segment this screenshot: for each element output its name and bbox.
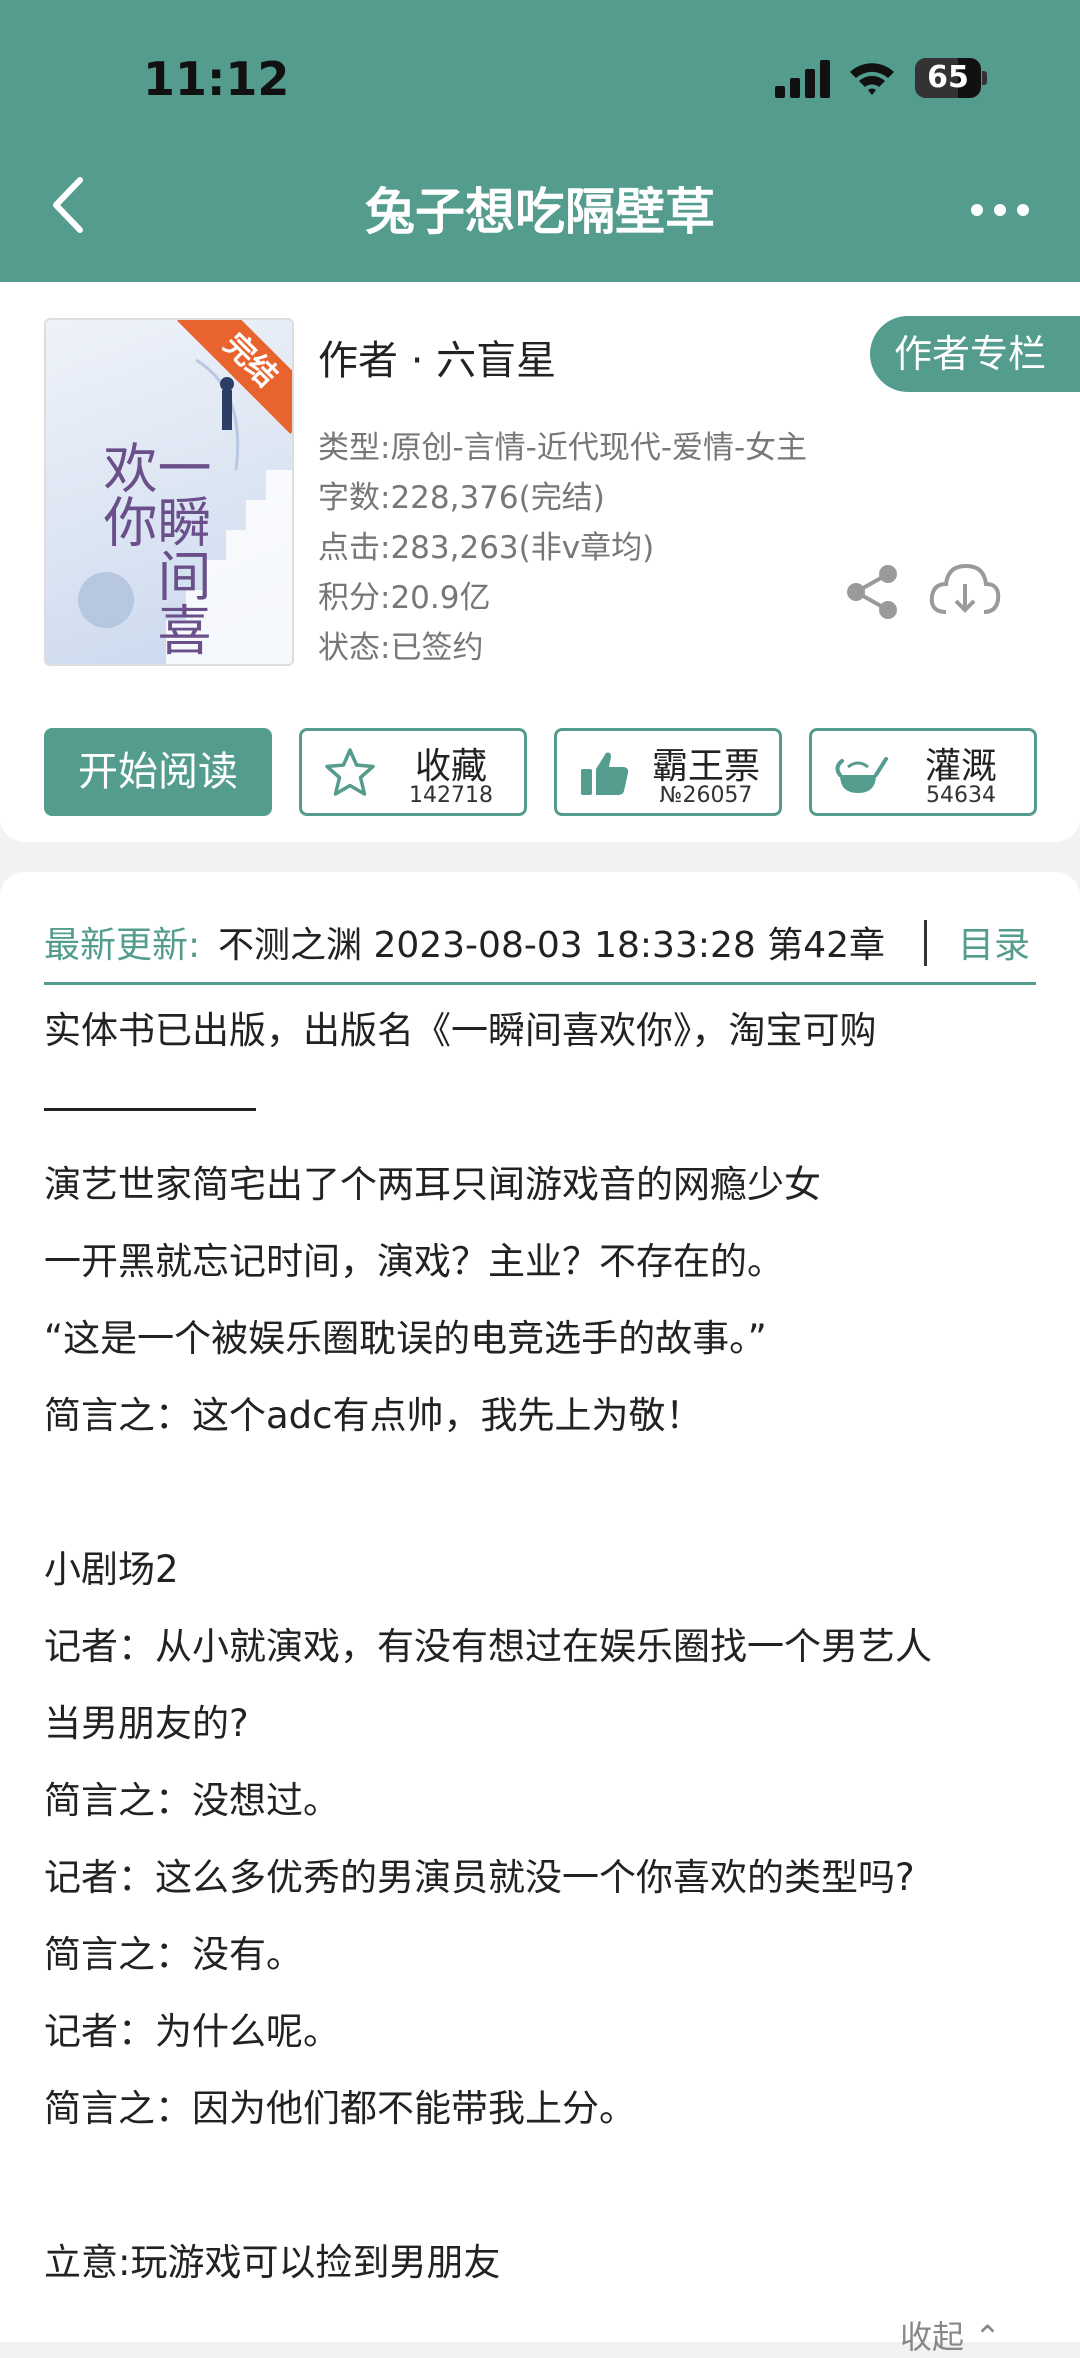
book-cover[interactable]: 一瞬间喜欢你 完结: [44, 318, 294, 666]
signal-icon: [775, 60, 830, 98]
intro-line: 简言之：没有。: [44, 1933, 303, 1976]
ticket-label: 霸王票: [651, 746, 760, 787]
intro-card: 最新更新: 不测之渊 2023-08-03 18:33:28 第42章 目录 实…: [0, 872, 1080, 2356]
author-name[interactable]: 作者 · 六盲星: [318, 328, 556, 386]
intro-line: 记者：这么多优秀的男演员就没一个你喜欢的类型吗?: [44, 1856, 915, 1899]
share-icon[interactable]: [842, 562, 902, 622]
intro-line: 一开黑就忘记时间，演戏？主业？不存在的。: [44, 1240, 784, 1283]
book-info-card: 一瞬间喜欢你 完结 作者 · 六盲星 作者专栏 类型:原创-言情-近代现代-爱情…: [0, 282, 1080, 842]
book-type: 类型:原创-言情-近代现代-爱情-女主: [318, 430, 808, 466]
intro-line: 简言之：这个adc有点帅，我先上为敬！: [44, 1394, 703, 1437]
sign-status: 状态:已签约: [318, 630, 484, 666]
water-button[interactable]: 灌溉 54634: [809, 728, 1037, 816]
score: 积分:20.9亿: [318, 580, 491, 616]
intro-line: 当男朋友的?: [44, 1702, 249, 1745]
intro-blank: [44, 1454, 1044, 1531]
intro-separator: [44, 1069, 1044, 1146]
intro-line: 立意:玩游戏可以捡到男朋友: [44, 2241, 501, 2284]
intro-line: 演艺世家简宅出了个两耳只闻游戏音的网瘾少女: [44, 1163, 821, 1206]
latest-update-label: 最新更新:: [44, 925, 201, 966]
collect-button[interactable]: 收藏 142718: [299, 728, 527, 816]
collect-count: 142718: [409, 783, 493, 808]
author-column-button[interactable]: 作者专栏: [870, 316, 1080, 392]
latest-update-text[interactable]: 不测之渊 2023-08-03 18:33:28 第42章: [218, 916, 916, 968]
divider: [924, 920, 927, 966]
intro-line: 简言之：没想过。: [44, 1779, 340, 1822]
intro-line: 实体书已出版，出版名《一瞬间喜欢你》，淘宝可购: [44, 1009, 877, 1052]
intro-line: 小剧场2: [44, 1548, 179, 1591]
watering-can-icon: [835, 757, 888, 793]
start-reading-button[interactable]: 开始阅读: [44, 728, 272, 816]
battery-icon: 65: [915, 58, 987, 98]
catalog-link[interactable]: 目录: [958, 916, 1030, 968]
download-icon[interactable]: [928, 558, 1002, 624]
page-title: 兔子想吃隔壁草: [365, 183, 715, 241]
click-count: 点击:283,263(非v章均): [318, 530, 655, 566]
top-nav-bar: 11:12 65 兔子想吃隔壁草: [0, 0, 1080, 282]
ticket-count: №26057: [659, 783, 753, 808]
action-row: 开始阅读 收藏 142718 霸王票 №26057 灌溉 54634: [0, 728, 1080, 818]
back-button[interactable]: [40, 170, 100, 240]
more-button[interactable]: [965, 190, 1035, 230]
intro-blank: [44, 2147, 1044, 2224]
intro-line: 简言之：因为他们都不能带我上分。: [44, 2087, 636, 2130]
intro-line: 记者：从小就演戏，有没有想过在娱乐圈找一个男艺人: [44, 1625, 932, 1668]
star-icon: [325, 748, 375, 796]
collect-label: 收藏: [414, 746, 487, 787]
collapse-button[interactable]: 收起 ⌃: [900, 2312, 1001, 2358]
latest-update-bar[interactable]: 最新更新: 不测之渊 2023-08-03 18:33:28 第42章 目录: [44, 892, 1036, 985]
word-count: 字数:228,376(完结): [318, 480, 605, 516]
intro-line: 记者：为什么呢。: [44, 2010, 340, 2053]
cover-title: 一瞬间喜欢你: [94, 440, 211, 656]
wifi-icon: [850, 63, 894, 95]
water-count: 54634: [926, 783, 996, 808]
battery-level: 65: [927, 60, 969, 95]
thumbs-up-icon: [581, 752, 629, 795]
status-time: 11:12: [143, 52, 290, 106]
book-intro: 实体书已出版，出版名《一瞬间喜欢你》，淘宝可购 演艺世家简宅出了个两耳只闻游戏音…: [44, 992, 1044, 2301]
intro-line: “这是一个被娱乐圈耽误的电竞选手的故事。”: [44, 1317, 767, 1360]
water-label: 灌溉: [924, 746, 997, 787]
ticket-button[interactable]: 霸王票 №26057: [554, 728, 782, 816]
